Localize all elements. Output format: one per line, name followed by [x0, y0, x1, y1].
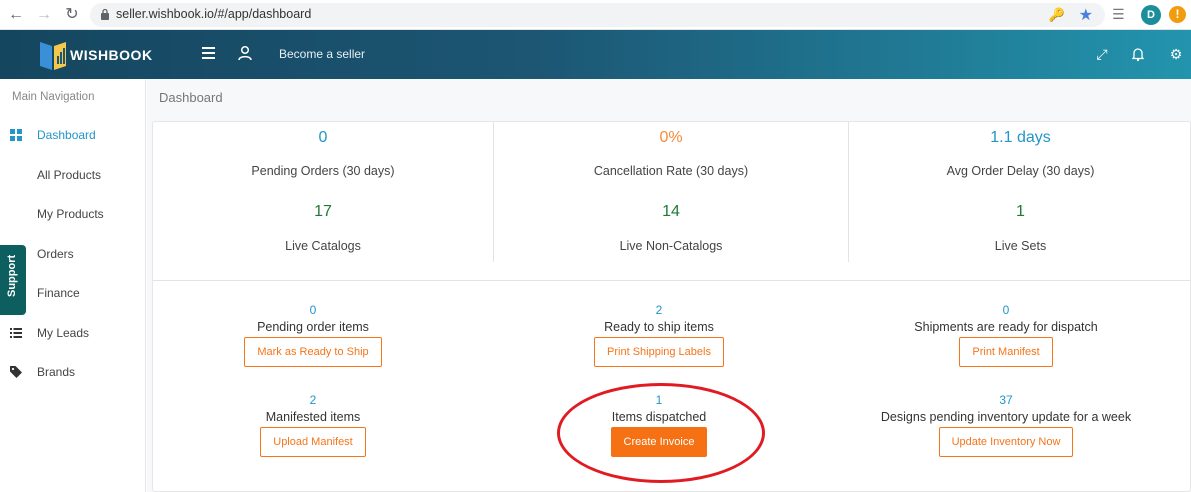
forward-arrow-icon[interactable]: →: [34, 5, 54, 25]
bookmark-star-icon[interactable]: ★: [1079, 5, 1093, 25]
pending-orders-value: 0: [318, 129, 328, 146]
reading-list-icon[interactable]: ☰: [1112, 6, 1125, 23]
cancellation-rate-value: 0%: [659, 129, 683, 146]
live-non-catalogs-value: 14: [662, 203, 680, 220]
app-header: WISHBOOK Become a seller ⤢ ⚙: [0, 30, 1191, 79]
address-url: seller.wishbook.io/#/app/dashboard: [116, 7, 312, 21]
update-alert-icon[interactable]: !: [1169, 6, 1186, 23]
action-items-dispatched: 1 Items dispatched Create Invoice: [499, 393, 819, 457]
tag-icon: [10, 366, 22, 378]
sidebar-item-my-products[interactable]: My Products: [0, 200, 146, 230]
dashboard-card: 0 Pending Orders (30 days) 17 Live Catal…: [152, 121, 1191, 492]
section-divider: [153, 280, 1190, 281]
action-count: 2: [655, 303, 663, 317]
action-label: Ready to ship items: [604, 320, 714, 334]
live-sets-value: 1: [1016, 203, 1025, 220]
pending-orders-label: Pending Orders (30 days): [251, 164, 395, 178]
list-icon: [10, 328, 22, 338]
live-catalogs-value: 17: [314, 203, 332, 220]
sidebar-item-label: Dashboard: [37, 128, 96, 142]
action-pending-order-items: 0 Pending order items Mark as Ready to S…: [153, 303, 473, 367]
sidebar-item-brands[interactable]: Brands: [0, 358, 146, 388]
main-content: Dashboard 0 Pending Orders (30 days) 17 …: [147, 79, 1191, 492]
mark-ready-to-ship-button[interactable]: Mark as Ready to Ship: [244, 337, 382, 367]
sidebar-item-all-products[interactable]: All Products: [0, 161, 146, 191]
print-shipping-labels-button[interactable]: Print Shipping Labels: [594, 337, 724, 367]
address-bar[interactable]: seller.wishbook.io/#/app/dashboard 🔑 ★: [90, 3, 1105, 27]
browser-toolbar: ← → ↻ seller.wishbook.io/#/app/dashboard…: [0, 0, 1191, 30]
sidebar-item-label: My Leads: [37, 326, 90, 340]
avg-order-delay-value: 1.1 days: [990, 129, 1051, 146]
action-ready-to-ship: 2 Ready to ship items Print Shipping Lab…: [499, 303, 819, 367]
stat-column: 0% Cancellation Rate (30 days) 14 Live N…: [494, 122, 849, 262]
sidebar: Main Navigation Dashboard All Products M…: [0, 79, 146, 492]
reload-icon[interactable]: ↻: [62, 5, 82, 25]
create-invoice-button[interactable]: Create Invoice: [610, 427, 708, 457]
action-count: 2: [309, 393, 317, 407]
back-arrow-icon[interactable]: ←: [6, 5, 26, 25]
action-manifested-items: 2 Manifested items Upload Manifest: [153, 393, 473, 457]
notification-bell-icon[interactable]: [1130, 46, 1146, 62]
menu-toggle-icon[interactable]: [202, 47, 215, 59]
action-designs-pending-update: 37 Designs pending inventory update for …: [846, 393, 1166, 457]
page-title: Dashboard: [159, 90, 223, 105]
sidebar-item-label: My Products: [37, 207, 104, 221]
update-inventory-now-button[interactable]: Update Inventory Now: [938, 427, 1074, 457]
sidebar-title: Main Navigation: [12, 91, 95, 103]
live-sets-label: Live Sets: [994, 239, 1047, 253]
profile-avatar[interactable]: D: [1141, 5, 1161, 25]
sidebar-item-label: Orders: [37, 247, 74, 261]
action-count: 37: [999, 393, 1013, 407]
action-label: Manifested items: [265, 410, 361, 424]
avg-order-delay-label: Avg Order Delay (30 days): [946, 164, 1095, 178]
brand-name: WISHBOOK: [70, 47, 153, 63]
action-count: 1: [655, 393, 663, 407]
fullscreen-icon[interactable]: ⤢: [1094, 46, 1110, 62]
key-icon[interactable]: 🔑: [1049, 7, 1065, 23]
action-count: 0: [1002, 303, 1010, 317]
support-tab-label: Support: [6, 254, 18, 297]
stat-column: 0 Pending Orders (30 days) 17 Live Catal…: [153, 122, 494, 262]
sidebar-item-label: Brands: [37, 365, 76, 379]
sidebar-item-label: All Products: [37, 168, 102, 182]
action-label: Items dispatched: [611, 410, 707, 424]
upload-manifest-button[interactable]: Upload Manifest: [260, 427, 366, 457]
print-manifest-button[interactable]: Print Manifest: [959, 337, 1053, 367]
live-catalogs-label: Live Catalogs: [285, 239, 361, 253]
cancellation-rate-label: Cancellation Rate (30 days): [593, 164, 749, 178]
lock-icon: [101, 8, 109, 20]
dashboard-icon: [10, 129, 22, 141]
support-tab[interactable]: Support: [0, 245, 26, 315]
sidebar-item-label: Finance: [37, 286, 80, 300]
action-count: 0: [309, 303, 317, 317]
action-shipments-ready: 0 Shipments are ready for dispatch Print…: [846, 303, 1166, 367]
action-label: Designs pending inventory update for a w…: [880, 410, 1132, 424]
action-label: Shipments are ready for dispatch: [914, 320, 1098, 334]
sidebar-item-my-leads[interactable]: My Leads: [0, 319, 146, 349]
settings-gear-icon[interactable]: ⚙: [1168, 46, 1184, 62]
wishbook-logo-icon: [40, 42, 66, 70]
stat-column: 1.1 days Avg Order Delay (30 days) 1 Liv…: [849, 122, 1191, 262]
user-icon[interactable]: [237, 45, 253, 61]
live-non-catalogs-label: Live Non-Catalogs: [619, 239, 723, 253]
sidebar-item-dashboard[interactable]: Dashboard: [0, 121, 146, 151]
action-label: Pending order items: [257, 320, 369, 334]
become-seller-link[interactable]: Become a seller: [279, 47, 365, 61]
